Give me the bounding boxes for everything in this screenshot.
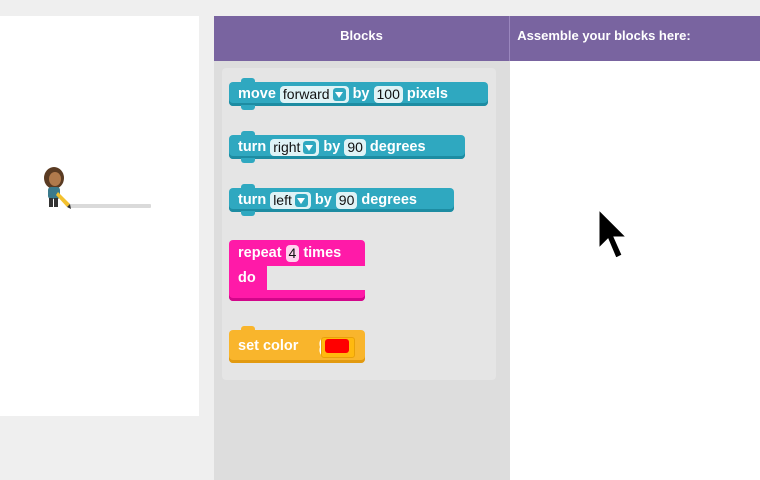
angle-input[interactable]: 90 xyxy=(344,138,366,156)
turn-left-block[interactable]: turn left by 90 degrees xyxy=(229,184,454,216)
workspace-area[interactable] xyxy=(510,61,760,480)
move-block[interactable]: move forward by 100 pixels xyxy=(229,78,488,110)
block-unit: degrees xyxy=(361,192,417,208)
block-keyword: times xyxy=(303,245,342,261)
repeat-block[interactable]: repeat 4 times do xyxy=(229,240,366,301)
repeat-statement-slot[interactable] xyxy=(267,266,365,290)
block-keyword: by xyxy=(314,192,332,208)
block-keyword: by xyxy=(352,86,370,102)
angle-input[interactable]: 90 xyxy=(335,191,358,209)
distance-input[interactable]: 100 xyxy=(373,85,403,103)
block-unit: pixels xyxy=(406,86,448,102)
block-keyword: move xyxy=(238,86,276,102)
arrow-cursor-icon xyxy=(598,208,628,259)
block-keyword: turn xyxy=(238,139,267,155)
canvas-stage xyxy=(0,16,199,416)
block-keyword: by xyxy=(323,139,341,155)
dropdown-arrow-icon xyxy=(332,87,346,101)
blocks-title: Blocks xyxy=(340,28,383,43)
turn-right-block[interactable]: turn right by 90 degrees xyxy=(229,131,465,163)
set-color-label: set color xyxy=(238,338,299,354)
workspace-title: Assemble your blocks here: xyxy=(517,28,691,43)
block-keyword: turn xyxy=(238,192,267,208)
repeat-block-bottom xyxy=(229,290,365,301)
artist-sprite-icon xyxy=(44,167,71,209)
direction-value: forward xyxy=(282,86,330,102)
dropdown-arrow-icon xyxy=(303,140,317,154)
repeat-header: repeat 4 times xyxy=(238,240,345,266)
repeat-do-label: do xyxy=(238,270,256,286)
block-keyword: repeat xyxy=(238,245,282,261)
direction-value: right xyxy=(273,139,301,155)
color-swatch-red xyxy=(325,339,349,353)
block-unit: degrees xyxy=(369,139,426,155)
direction-dropdown[interactable]: forward xyxy=(279,85,349,103)
repeat-count-input[interactable]: 4 xyxy=(285,244,300,262)
turn-direction-dropdown[interactable]: right xyxy=(270,138,320,156)
dropdown-arrow-icon xyxy=(294,193,308,207)
turn-direction-dropdown[interactable]: left xyxy=(270,191,311,209)
direction-value: left xyxy=(273,192,292,208)
drawn-line xyxy=(68,204,151,208)
header-bar: Blocks Assemble your blocks here: xyxy=(214,16,760,61)
